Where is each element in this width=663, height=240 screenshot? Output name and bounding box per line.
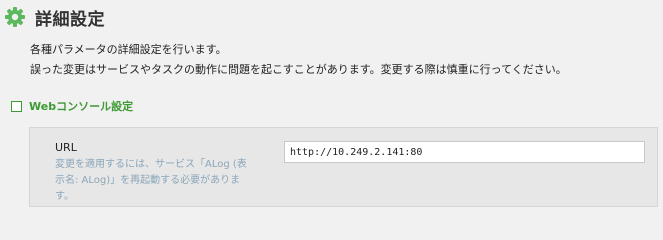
- page-title: 詳細設定: [35, 9, 105, 30]
- url-input[interactable]: [284, 141, 645, 163]
- description-line-1: 各種パラメータの詳細設定を行います。: [30, 43, 227, 56]
- gear-icon: [5, 7, 25, 27]
- section-title: Webコンソール設定: [29, 100, 134, 113]
- description-line-2: 誤った変更はサービスやタスクの動作に問題を起こすことがあります。変更する際は慎重…: [30, 63, 567, 76]
- section-toggle-checkbox[interactable]: [11, 100, 22, 112]
- url-label: URL: [55, 141, 77, 154]
- section-header[interactable]: Webコンソール設定: [11, 98, 133, 114]
- page-header: 詳細設定: [4, 3, 105, 31]
- page-description: 各種パラメータの詳細設定を行います。 誤った変更はサービスやタスクの動作に問題を…: [30, 40, 567, 80]
- url-help-text: 変更を適用するには、サービス「ALog (表示名: ALog)」を再起動する必要…: [55, 159, 247, 202]
